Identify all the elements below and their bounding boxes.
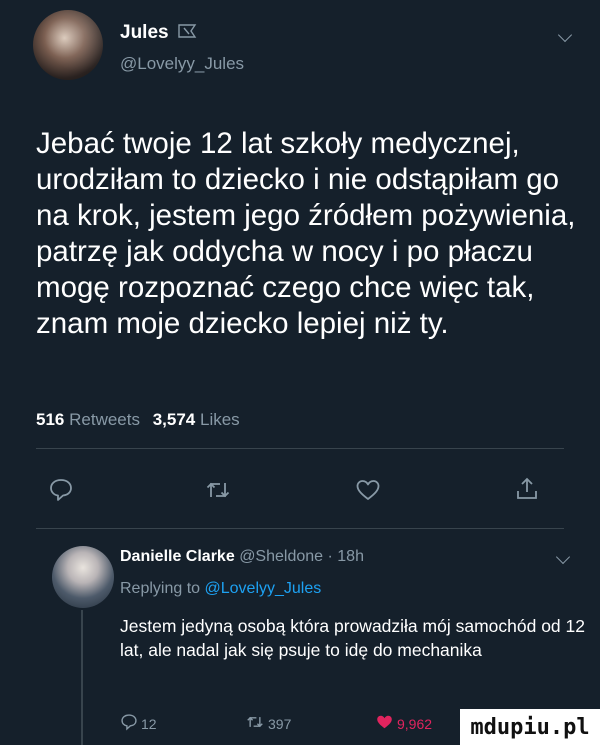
tweet-stats: 516 Retweets 3,574 Likes xyxy=(36,410,240,430)
reply-header: Danielle Clarke @Sheldone · 18h xyxy=(120,548,364,565)
retweet-count[interactable]: 397 xyxy=(268,716,291,732)
reply-icon[interactable] xyxy=(120,713,138,731)
chevron-down-icon[interactable] xyxy=(555,549,571,565)
reply-author-name[interactable]: Danielle Clarke xyxy=(120,548,235,565)
retweets-count[interactable]: 516 xyxy=(36,410,64,429)
reply-icon[interactable] xyxy=(48,477,74,503)
author-handle[interactable]: @Lovelyy_Jules xyxy=(120,54,244,74)
reply-count[interactable]: 12 xyxy=(141,716,157,732)
author-name[interactable]: Jules xyxy=(120,22,169,43)
tweet-text: Jebać twoje 12 lat szkoły medycznej, uro… xyxy=(36,127,576,340)
likes-label[interactable]: Likes xyxy=(200,410,240,429)
retweets-label[interactable]: Retweets xyxy=(69,410,140,429)
replying-to: Replying to @Lovelyy_Jules xyxy=(120,580,321,598)
thread-line xyxy=(81,610,83,745)
share-icon[interactable] xyxy=(514,476,540,502)
chevron-down-icon[interactable] xyxy=(557,27,573,43)
retweet-icon[interactable] xyxy=(245,713,265,731)
likes-count[interactable]: 3,574 xyxy=(153,410,196,429)
avatar[interactable] xyxy=(52,546,114,608)
replying-handle-link[interactable]: @Lovelyy_Jules xyxy=(205,580,322,597)
divider xyxy=(36,448,564,449)
heart-filled-icon[interactable] xyxy=(375,713,394,731)
reply-time[interactable]: 18h xyxy=(337,548,364,565)
watermark-logo: mdupiu.pl xyxy=(460,709,600,745)
sparkle-emoji-icon xyxy=(178,24,197,38)
avatar[interactable] xyxy=(33,10,103,80)
heart-icon[interactable] xyxy=(355,477,381,503)
reply-author-handle[interactable]: @Sheldone xyxy=(239,548,323,565)
divider xyxy=(36,528,564,529)
retweet-icon[interactable] xyxy=(205,477,231,503)
replying-prefix: Replying to xyxy=(120,580,201,597)
like-count[interactable]: 9,962 xyxy=(397,716,432,732)
reply-text: Jestem jedyną osobą która prowadziła mój… xyxy=(120,616,585,660)
